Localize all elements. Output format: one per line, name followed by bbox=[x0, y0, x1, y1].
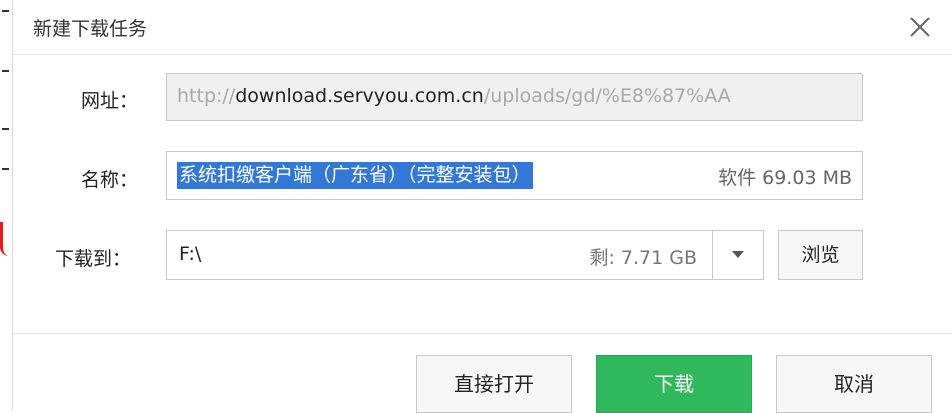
background-mark bbox=[2, 168, 9, 170]
url-field[interactable]: http://download.servyou.com.cn/uploads/g… bbox=[166, 73, 863, 121]
dialog-titlebar: 新建下载任务 bbox=[13, 0, 952, 55]
close-icon[interactable] bbox=[906, 13, 934, 41]
background-mark bbox=[2, 10, 9, 12]
save-to-label: 下载到： bbox=[55, 248, 132, 270]
url-prefix: http:// bbox=[177, 85, 236, 107]
cancel-button[interactable]: 取消 bbox=[776, 355, 932, 413]
open-directly-button[interactable]: 直接打开 bbox=[416, 355, 572, 413]
url-label: 网址： bbox=[81, 90, 139, 112]
name-label: 名称： bbox=[81, 169, 139, 191]
background-window-strip bbox=[0, 0, 13, 410]
save-path-field[interactable]: F:\ 剩: 7.71 GB bbox=[166, 230, 764, 280]
file-name-field[interactable]: 系统扣缴客户端（广东省）（完整安装包） 软件 69.03 MB bbox=[166, 151, 863, 200]
chevron-down-icon bbox=[732, 251, 744, 258]
save-path-value: F:\ bbox=[179, 243, 202, 265]
browse-button[interactable]: 浏览 bbox=[778, 230, 863, 280]
background-mark bbox=[2, 128, 9, 130]
url-path: /uploads/gd/%E8%87%AA bbox=[483, 85, 731, 107]
url-domain: download.servyou.com.cn bbox=[235, 85, 484, 107]
file-name-value: 系统扣缴客户端（广东省）（完整安装包） bbox=[177, 162, 533, 189]
dialog-title: 新建下载任务 bbox=[33, 18, 148, 40]
free-space-text: 剩: 7.71 GB bbox=[589, 247, 697, 269]
download-button[interactable]: 下载 bbox=[596, 355, 752, 413]
file-size-meta: 软件 69.03 MB bbox=[718, 167, 852, 189]
background-red-stroke bbox=[0, 222, 9, 256]
save-path-dropdown[interactable] bbox=[712, 231, 763, 279]
new-download-dialog: 新建下载任务 网址： http://download.servyou.com.c… bbox=[13, 0, 952, 413]
background-mark bbox=[2, 70, 9, 72]
